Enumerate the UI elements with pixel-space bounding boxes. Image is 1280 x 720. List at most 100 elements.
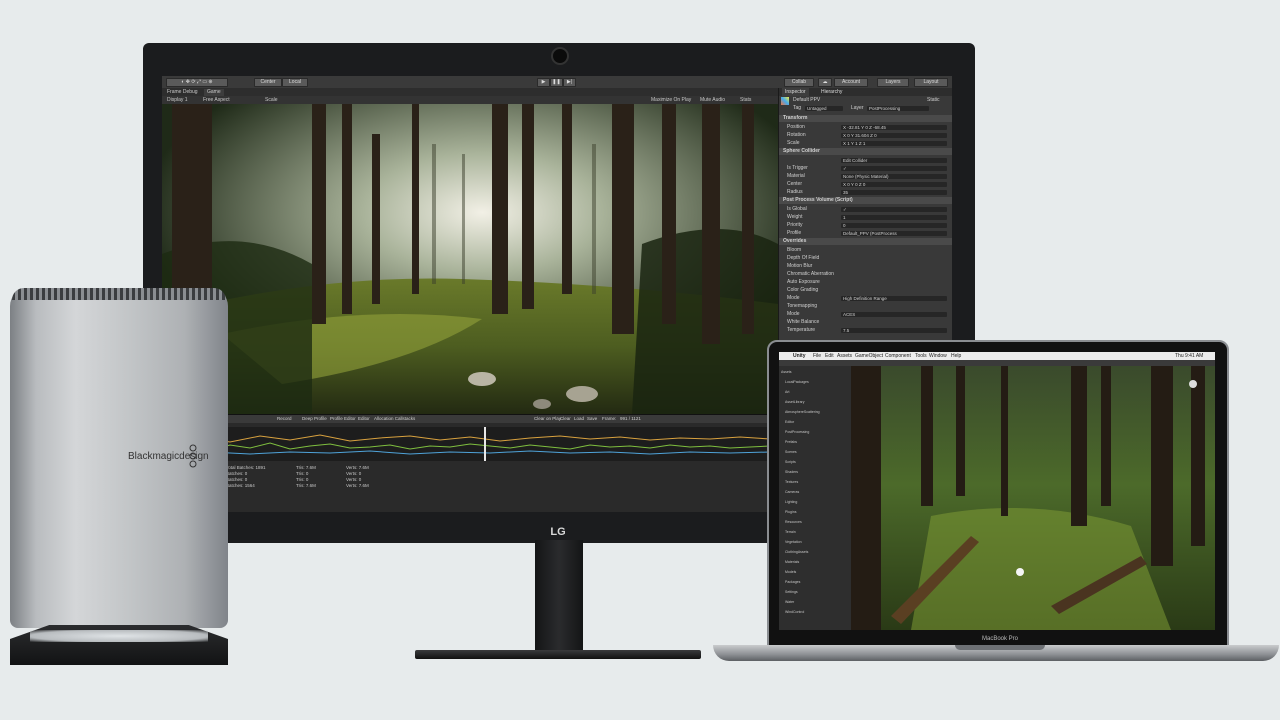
inspector-property-row[interactable]: Center X 0 Y 0 Z 0 xyxy=(779,181,952,188)
inspector-property-row[interactable]: Priority 0 xyxy=(779,222,952,229)
property-value[interactable]: X 0 Y 0 Z 0 xyxy=(841,182,947,187)
step-button[interactable]: ▶| xyxy=(563,78,576,87)
hierarchy-item[interactable]: AssetLibrary xyxy=(785,400,804,405)
menu-edit[interactable]: Edit xyxy=(825,352,834,360)
aspect-dropdown[interactable]: Free Aspect xyxy=(200,97,233,104)
hierarchy-item[interactable]: Shaders xyxy=(785,470,798,475)
cloud-icon[interactable]: ☁ xyxy=(818,78,832,87)
tag-dropdown[interactable]: Untagged xyxy=(805,106,843,111)
inspector-property-row[interactable]: Is Trigger ✓ xyxy=(779,165,952,172)
game-view-forest-scene[interactable] xyxy=(162,104,778,414)
profiler-load[interactable]: Load xyxy=(574,415,584,423)
hierarchy-item[interactable]: Scenes xyxy=(785,450,797,455)
inspector-property-row[interactable]: White Balance xyxy=(779,319,952,326)
display-dropdown[interactable]: Display 1 xyxy=(164,97,191,104)
hierarchy-item[interactable]: Vegetation xyxy=(785,540,802,545)
hierarchy-item[interactable]: Settings xyxy=(785,590,798,595)
hierarchy-item[interactable]: Plugins xyxy=(785,510,796,515)
menu-assets[interactable]: Assets xyxy=(837,352,852,360)
property-value[interactable]: Edit Collider xyxy=(841,158,947,163)
profiler-tab-deep-profile[interactable]: Deep Profile xyxy=(302,415,327,423)
inspector-property-row[interactable]: Depth Of Field xyxy=(779,255,952,262)
menu-component[interactable]: Component xyxy=(885,352,911,360)
inspector-property-row[interactable]: Edit Collider xyxy=(779,157,952,164)
hierarchy-item[interactable]: Lighting xyxy=(785,500,797,505)
inspector-property-row[interactable]: Auto Exposure xyxy=(779,279,952,286)
object-name[interactable]: Default PPV xyxy=(793,97,820,104)
property-value[interactable]: 1 xyxy=(841,215,947,220)
inspector-property-row[interactable]: Temperature 7.5 xyxy=(779,327,952,334)
hierarchy-item[interactable]: AtmosphereScattering xyxy=(785,410,820,415)
menu-help[interactable]: Help xyxy=(951,352,961,360)
maximize-on-play-toggle[interactable]: Maximize On Play xyxy=(648,97,694,104)
inspector-property-row[interactable]: Rotation X 0 Y 31.604 Z 0 xyxy=(779,132,952,139)
inspector-section-header[interactable]: Overrides xyxy=(779,238,952,245)
hierarchy-item[interactable]: Terrain xyxy=(785,530,796,535)
menu-tools[interactable]: Tools xyxy=(915,352,927,360)
pivot-center-button[interactable]: Center xyxy=(254,78,282,87)
collab-button[interactable]: Collab xyxy=(784,78,814,87)
hierarchy-item[interactable]: Editor xyxy=(785,420,794,425)
hierarchy-item[interactable]: LocalPackages xyxy=(785,380,809,385)
tab-hierarchy[interactable]: Hierarchy xyxy=(821,88,842,96)
account-dropdown[interactable]: Account xyxy=(834,78,868,87)
inspector-property-row[interactable]: Weight 1 xyxy=(779,214,952,221)
profiler-tab-allocation-callstacks[interactable]: Allocation Callstacks xyxy=(374,415,415,423)
transform-tools[interactable]: ◐ ✥ ⟳ ⤢ ▭ ⊕ xyxy=(166,78,228,87)
tab-frame-debug[interactable]: Frame Debug xyxy=(164,89,201,96)
scale-slider[interactable]: Scale xyxy=(262,97,281,104)
property-value[interactable]: 0 xyxy=(841,223,947,228)
hierarchy-item[interactable]: Assets xyxy=(781,370,792,375)
property-value[interactable]: X 1 Y 1 Z 1 xyxy=(841,141,947,146)
property-value[interactable]: Default_PPV (PostProcess xyxy=(841,231,947,236)
inspector-property-row[interactable]: Bloom xyxy=(779,247,952,254)
profiler-tab-profile-editor[interactable]: Profile Editor xyxy=(330,415,356,423)
menubar-clock[interactable]: Thu 9:41 AM xyxy=(1175,352,1203,360)
inspector-property-row[interactable]: Material None (Physic Material) xyxy=(779,173,952,180)
menu-gameobject[interactable]: GameObject xyxy=(855,352,883,360)
inspector-section-header[interactable]: Transform xyxy=(779,115,952,122)
hierarchy-item[interactable]: WindControl xyxy=(785,610,804,615)
inspector-property-row[interactable]: Mode High Definition Range xyxy=(779,295,952,302)
hierarchy-item[interactable]: Packages xyxy=(785,580,800,585)
hierarchy-item[interactable]: Cameras xyxy=(785,490,799,495)
inspector-property-row[interactable]: Profile Default_PPV (PostProcess xyxy=(779,230,952,237)
mute-audio-toggle[interactable]: Mute Audio xyxy=(697,97,728,104)
hierarchy-item[interactable]: ClothingAssets xyxy=(785,550,808,555)
tab-inspector[interactable]: Inspector xyxy=(782,88,809,96)
profiler-save[interactable]: Save xyxy=(587,415,597,423)
hierarchy-item[interactable]: Textures xyxy=(785,480,798,485)
inspector-property-row[interactable]: Tonemapping xyxy=(779,303,952,310)
property-value[interactable]: X -32.81 Y 0 Z -68.45 xyxy=(841,125,947,130)
menu-file[interactable]: File xyxy=(813,352,821,360)
stats-toggle[interactable]: Stats xyxy=(737,97,754,104)
pivot-local-button[interactable]: Local xyxy=(282,78,308,87)
hierarchy-item[interactable]: Scripts xyxy=(785,460,796,465)
scene-view[interactable] xyxy=(851,366,1215,630)
inspector-section-header[interactable]: Sphere Collider xyxy=(779,148,952,155)
menu-window[interactable]: Window xyxy=(929,352,947,360)
inspector-property-row[interactable]: Chromatic Aberration xyxy=(779,271,952,278)
hierarchy-item[interactable]: PostProcessing xyxy=(785,430,809,435)
property-value[interactable]: None (Physic Material) xyxy=(841,174,947,179)
property-value[interactable]: 35 xyxy=(841,190,947,195)
property-value[interactable]: ✓ xyxy=(841,166,947,171)
hierarchy-item[interactable]: Prefabs xyxy=(785,440,797,445)
inspector-property-row[interactable]: Position X -32.81 Y 0 Z -68.45 xyxy=(779,124,952,131)
hierarchy-item[interactable]: Resources xyxy=(785,520,802,525)
property-value[interactable]: 7.5 xyxy=(841,328,947,333)
layers-dropdown[interactable]: Layers xyxy=(877,78,909,87)
static-toggle[interactable]: Static xyxy=(927,97,940,104)
profiler-clear-on-play[interactable]: Clear on Play xyxy=(534,415,561,423)
inspector-property-row[interactable]: Scale X 1 Y 1 Z 1 xyxy=(779,140,952,147)
inspector-property-row[interactable]: Motion Blur xyxy=(779,263,952,270)
tab-game[interactable]: Game xyxy=(204,89,224,96)
profiler-clear[interactable]: Clear xyxy=(560,415,571,423)
layout-dropdown[interactable]: Layout xyxy=(914,78,948,87)
inspector-property-row[interactable]: Is Global ✓ xyxy=(779,206,952,213)
hierarchy-item[interactable]: Materials xyxy=(785,560,799,565)
inspector-section-header[interactable]: Post Process Volume (Script) xyxy=(779,197,952,204)
property-value[interactable]: X 0 Y 31.604 Z 0 xyxy=(841,133,947,138)
property-value[interactable]: ACES xyxy=(841,312,947,317)
property-value[interactable]: High Definition Range xyxy=(841,296,947,301)
